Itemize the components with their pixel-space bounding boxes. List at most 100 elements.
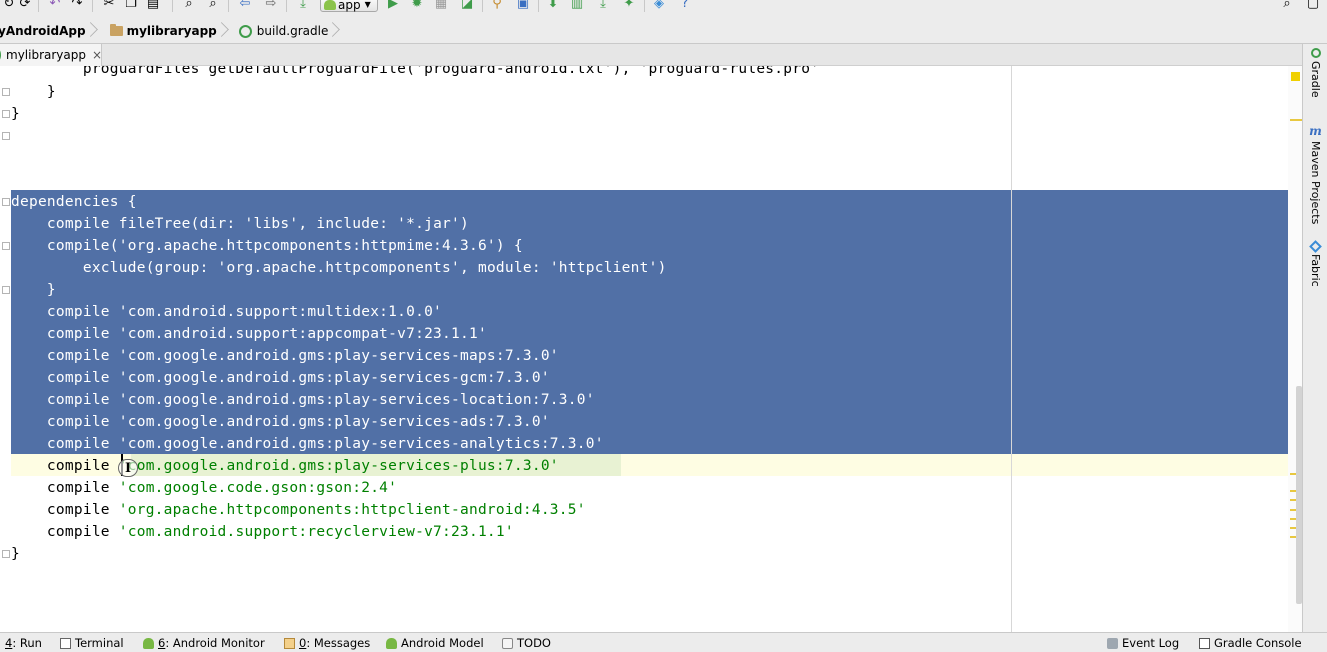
close-icon[interactable]: ×	[92, 48, 102, 62]
code-text: ) {	[495, 238, 523, 254]
find-icon[interactable]: ⌕	[180, 0, 198, 12]
code-line: compile 'com.google.android.gms:play-ser…	[11, 345, 559, 367]
make-icon[interactable]: ⤓	[294, 0, 312, 12]
chevron-down-icon: ▼	[364, 0, 371, 9]
fabric-icon	[1309, 240, 1322, 253]
coverage-icon[interactable]: ◪	[458, 0, 476, 12]
tool-button-event-log[interactable]: Event Log	[1107, 636, 1179, 650]
breadcrumb-item-project[interactable]: yAndroidApp	[0, 19, 100, 44]
breadcrumb-label: build.gradle	[256, 24, 329, 38]
debug-icon[interactable]: ✹	[408, 0, 426, 12]
help-icon[interactable]: ?	[676, 0, 694, 12]
code-line: compile 'com.google.android.gms:play-ser…	[11, 455, 559, 477]
code-string: 'org.apache.httpcomponents:httpmime:4.3.…	[118, 238, 496, 254]
copy-icon[interactable]: ❐	[122, 0, 140, 12]
code-string: 'org.apache.httpcomponents'	[217, 260, 460, 276]
code-string: 'com.google.android.gms:play-services-ma…	[118, 348, 559, 364]
tool-window-label: Gradle	[1309, 61, 1322, 98]
fold-marker[interactable]	[2, 286, 10, 294]
project-structure-icon[interactable]: ▣	[514, 0, 532, 12]
structure-icon[interactable]: ⚲	[488, 0, 506, 12]
code-string: 'httpclient'	[549, 260, 658, 276]
redo-icon[interactable]: ↷	[68, 0, 86, 12]
code-text: dependencies {	[11, 194, 137, 210]
tool-button-android-model[interactable]: Android Model	[386, 636, 484, 650]
tool-button-messages[interactable]: 0: Messages	[284, 636, 370, 650]
gradle-file-icon	[238, 24, 252, 38]
fold-marker[interactable]	[2, 242, 10, 250]
messages-icon	[284, 637, 295, 649]
tool-window-fabric[interactable]: Fabric	[1303, 240, 1327, 287]
code-line: }	[11, 543, 20, 565]
code-text: compile	[11, 370, 119, 386]
tool-button-terminal[interactable]: Terminal	[60, 636, 124, 650]
tool-button-label: Gradle Console	[1214, 636, 1302, 650]
tool-window-gradle[interactable]: Gradle	[1303, 48, 1327, 98]
code-line: compile('org.apache.httpcomponents:httpm…	[11, 235, 523, 257]
code-text: exclude(group:	[11, 260, 218, 276]
code-text: compile	[11, 502, 119, 518]
tool-window-label: Fabric	[1309, 254, 1322, 287]
device-monitor-icon[interactable]: ⤓	[594, 0, 612, 12]
tab-label: mylibraryapp	[6, 48, 86, 62]
breadcrumb-item-file[interactable]: build.gradle	[231, 19, 343, 44]
android-icon	[143, 637, 154, 649]
tool-button-todo[interactable]: TODO	[502, 636, 551, 650]
tool-button-label: Android Model	[401, 636, 484, 650]
fold-marker[interactable]	[2, 550, 10, 558]
code-line: compile 'com.google.code.gson:gson:2.4'	[11, 477, 397, 499]
run-configuration-select[interactable]: app ▼	[320, 0, 378, 12]
error-stripe[interactable]	[1288, 66, 1302, 632]
tool-button-mnemonic: 0	[299, 636, 307, 650]
android-device-icon[interactable]: ✦	[620, 0, 638, 12]
code-line: }	[11, 279, 56, 301]
tool-button-run[interactable]: 4: Run	[5, 636, 42, 650]
back-icon[interactable]: ⇦	[236, 0, 254, 12]
paste-icon[interactable]: ▤	[144, 0, 162, 12]
sync-icon[interactable]: ⟳	[16, 0, 34, 12]
tool-button-android-monitor[interactable]: 6: Android Monitor	[143, 636, 265, 650]
code-line: compile 'com.google.android.gms:play-ser…	[11, 433, 604, 455]
fold-marker[interactable]	[2, 88, 10, 96]
code-line: compile 'com.google.android.gms:play-ser…	[11, 367, 550, 389]
attach-icon[interactable]: ▦	[432, 0, 450, 12]
undo-icon[interactable]: ↶	[46, 0, 64, 12]
stripe-mark[interactable]	[1290, 119, 1302, 121]
code-text: }	[11, 282, 56, 298]
window-icon[interactable]: ▢	[1304, 0, 1322, 12]
tool-button-label: : Android Monitor	[165, 636, 265, 650]
tool-button-gradle-console[interactable]: Gradle Console	[1199, 636, 1302, 650]
code-string: '*.jar'	[397, 216, 461, 232]
right-margin-guide	[1011, 66, 1012, 632]
code-text: compile	[11, 304, 119, 320]
warning-status-icon[interactable]	[1291, 72, 1300, 81]
forward-icon[interactable]: ⇨	[262, 0, 280, 12]
terminal-icon	[60, 637, 71, 649]
tool-window-maven[interactable]: m Maven Projects	[1303, 124, 1327, 224]
search-everywhere-icon[interactable]: ⌕	[1278, 0, 1296, 12]
code-editor[interactable]: proguardFiles getDefaultProguardFile('pr…	[0, 66, 1302, 632]
code-text: }	[11, 106, 20, 122]
code-string: 'com.google.code.gson:gson:2.4'	[118, 480, 398, 496]
code-string: 'com.google.android.gms:play-services-gc…	[118, 370, 550, 386]
avd-manager-icon[interactable]: ▥	[568, 0, 586, 12]
sdk-manager-icon[interactable]: ⬇	[544, 0, 562, 12]
replace-icon[interactable]: ⌕	[204, 0, 222, 12]
todo-icon	[502, 637, 513, 649]
fold-marker[interactable]	[2, 110, 10, 118]
code-line: compile 'com.google.android.gms:play-ser…	[11, 389, 595, 411]
tab-mylibraryapp[interactable]: mylibraryapp ×	[0, 44, 102, 66]
code-line: }	[11, 103, 20, 125]
fold-marker[interactable]	[2, 198, 10, 206]
fold-marker[interactable]	[2, 132, 10, 140]
code-text: , include:	[298, 216, 398, 232]
breadcrumb-item-module[interactable]: mylibraryapp	[100, 19, 231, 44]
code-text: }	[11, 84, 56, 100]
cut-icon[interactable]: ✂	[100, 0, 118, 12]
run-icon[interactable]: ▶	[384, 0, 402, 12]
code-text: compile	[11, 436, 119, 452]
code-text: compile	[11, 326, 119, 342]
code-text: compile	[11, 392, 119, 408]
fabric-icon[interactable]: ◈	[650, 0, 668, 12]
code-text: compile	[11, 524, 119, 540]
